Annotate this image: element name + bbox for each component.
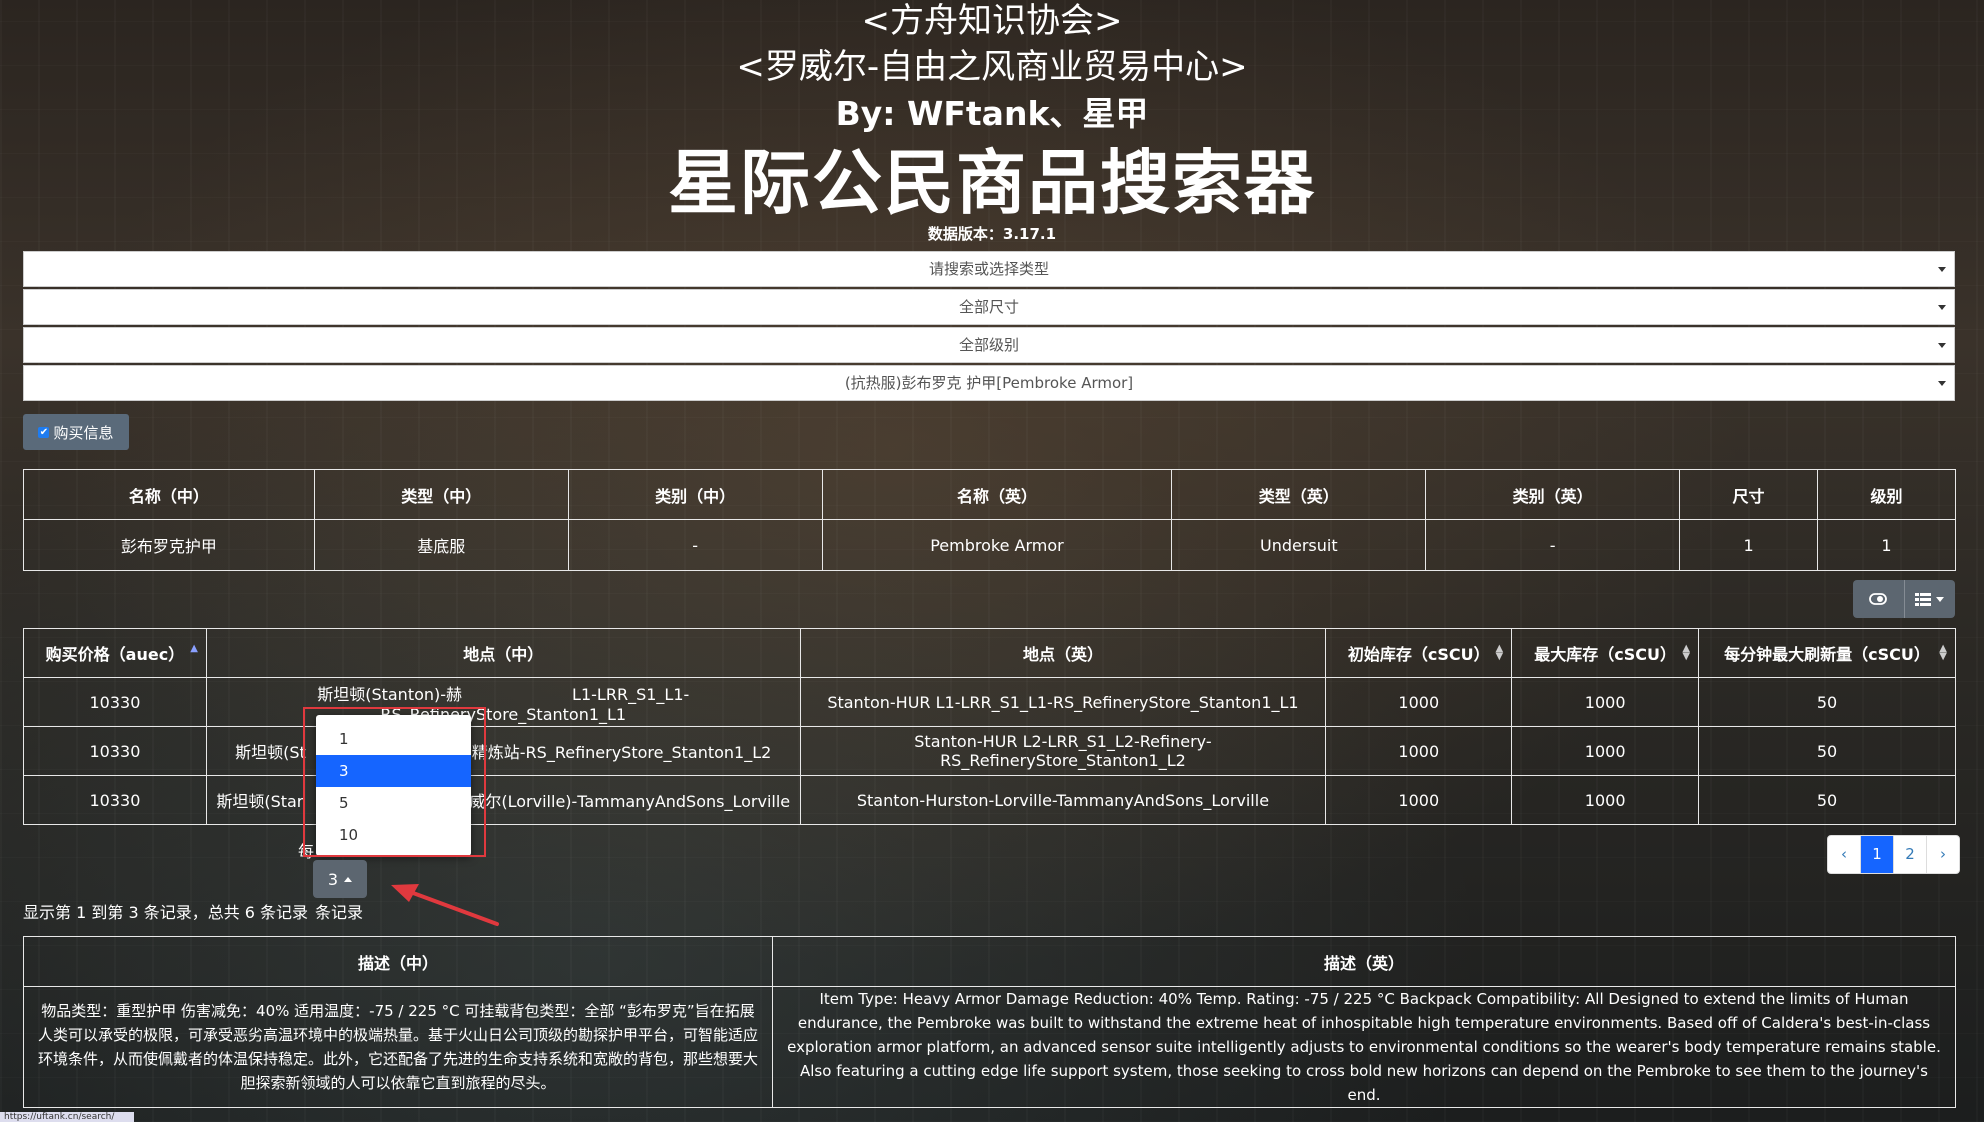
record-summary: 显示第 1 到第 3 条记录，总共 6 条记录 bbox=[23, 903, 309, 922]
col-header-refresh[interactable]: 每分钟最大刷新量（cSCU） ▲ ▼ bbox=[1698, 628, 1956, 678]
status-url: https://uftank.cn/search/ bbox=[0, 1112, 134, 1122]
authors: By: WFtank、星甲 bbox=[835, 94, 1149, 133]
table-cell: 1 bbox=[1817, 519, 1956, 571]
table-header-row: 描述（中） 描述（英） bbox=[23, 936, 1956, 987]
chevron-down-icon bbox=[1938, 381, 1946, 386]
page-button-1[interactable]: 1 bbox=[1860, 836, 1893, 873]
size-select[interactable]: 全部尺寸 bbox=[23, 289, 1955, 325]
highlight-box bbox=[303, 707, 486, 857]
buy-info-label: 购买信息 bbox=[53, 423, 114, 442]
table-cell: 斯坦顿(Star 罗威尔(Lorville)-TammanyAndSons_Lor… bbox=[205, 775, 801, 825]
table-cell: Undersuit bbox=[1171, 519, 1427, 571]
table-cell: 50 bbox=[1698, 726, 1956, 776]
table-header-row: 名称（中） 类型（中） 类别（中） 名称（英） 类型（英） 类别（英） 尺寸 级… bbox=[23, 469, 1956, 520]
page-size-suffix: 条记录 bbox=[315, 903, 364, 922]
table-cell: 1000 bbox=[1325, 726, 1513, 776]
table-cell: 10330 bbox=[23, 677, 207, 727]
col-header: 类型（中） bbox=[313, 469, 569, 520]
table-cell: 1000 bbox=[1511, 775, 1700, 825]
table-cell: 基底服 bbox=[313, 519, 569, 571]
col-header: 级别 bbox=[1817, 469, 1956, 520]
col-header: 类别（中） bbox=[567, 469, 823, 520]
table-cell: 1000 bbox=[1511, 677, 1700, 727]
table-cell: 斯坦顿(Stanton)-赫 L1-LRR_S1_L1-RS_RefinerySt… bbox=[205, 677, 801, 727]
grade-select[interactable]: 全部级别 bbox=[23, 327, 1955, 363]
table-cell: - bbox=[1425, 519, 1681, 571]
col-header-location-en: 地点（英） bbox=[799, 628, 1327, 678]
chevron-down-icon bbox=[1938, 343, 1946, 348]
table-cell: 10330 bbox=[23, 775, 207, 825]
table-row: 物品类型：重型护甲 伤害减免：40% 适用温度：-75 / 225 °C 可挂载… bbox=[23, 986, 1956, 1108]
col-header-price[interactable]: 购买价格（auec） ▲ bbox=[23, 628, 207, 678]
sort-icon: ▲ ▼ bbox=[1495, 643, 1504, 662]
table-cell: 斯坦顿(St 2-精炼站-RS_RefineryStore_Stanton1_L2 bbox=[205, 726, 801, 776]
col-header: 类型（英） bbox=[1171, 469, 1427, 520]
col-header: 尺寸 bbox=[1679, 469, 1818, 520]
page-title: 星际公民商品搜索器 bbox=[668, 142, 1316, 224]
col-header: 类别（英） bbox=[1425, 469, 1681, 520]
col-header-desc-cn: 描述（中） bbox=[23, 936, 773, 987]
page-prev-button[interactable]: ‹ bbox=[1828, 836, 1860, 873]
description-table: 描述（中） 描述（英） 物品类型：重型护甲 伤害减免：40% 适用温度：-75 … bbox=[23, 936, 1956, 1108]
table-cell: 1000 bbox=[1325, 775, 1513, 825]
chevron-down-icon bbox=[1936, 596, 1945, 602]
chevron-down-icon bbox=[1938, 305, 1946, 310]
chevron-down-icon bbox=[1938, 267, 1946, 272]
type-select[interactable]: 请搜索或选择类型 bbox=[23, 251, 1955, 287]
annotation-arrow-icon bbox=[391, 884, 499, 926]
table-cell: Stanton-HUR L2-LRR_S1_L2-Refinery-RS_Ref… bbox=[799, 726, 1327, 776]
toggle-view-button[interactable] bbox=[1853, 580, 1904, 618]
hub-title: <罗威尔-自由之风商业贸易中心> bbox=[736, 47, 1248, 87]
description-cn: 物品类型：重型护甲 伤害减免：40% 适用温度：-75 / 225 °C 可挂载… bbox=[23, 986, 773, 1108]
buy-info-toggle[interactable]: ✔ 购买信息 bbox=[23, 414, 129, 450]
table-cell: 1 bbox=[1679, 519, 1818, 571]
col-header: 名称（中） bbox=[23, 469, 315, 520]
table-cell: - bbox=[567, 519, 823, 571]
col-header-location-cn: 地点（中） bbox=[205, 628, 801, 678]
item-select[interactable]: (抗热服)彭布罗克 护甲[Pembroke Armor] bbox=[23, 365, 1955, 401]
table-cell: Pembroke Armor bbox=[821, 519, 1173, 571]
table-cell: 50 bbox=[1698, 775, 1956, 825]
checkbox-checked-icon[interactable]: ✔ bbox=[38, 426, 50, 438]
page-button-2[interactable]: 2 bbox=[1893, 836, 1926, 873]
table-cell: 1000 bbox=[1511, 726, 1700, 776]
chevron-up-icon bbox=[344, 876, 353, 882]
sort-icon: ▲ ▼ bbox=[1682, 643, 1691, 662]
columns-dropdown-button[interactable] bbox=[1903, 580, 1956, 618]
pagination: ‹ 1 2 › bbox=[1827, 835, 1960, 874]
sort-icon: ▲ ▼ bbox=[1939, 643, 1947, 662]
col-header-max-stock[interactable]: 最大库存（cSCU） ▲ ▼ bbox=[1511, 628, 1700, 678]
columns-icon bbox=[1915, 592, 1932, 606]
table-cell: 1000 bbox=[1325, 677, 1513, 727]
table-header-row: 购买价格（auec） ▲ 地点（中） 地点（英） 初始库存（cSCU） ▲ ▼ 最大库… bbox=[23, 628, 1956, 678]
description-en: Item Type: Heavy Armor Damage Reduction:… bbox=[772, 986, 1956, 1108]
table-cell: 彭布罗克护甲 bbox=[23, 519, 315, 571]
table-cell: 50 bbox=[1698, 677, 1956, 727]
col-header: 名称（英） bbox=[821, 469, 1173, 520]
page-size-button[interactable]: 3 bbox=[313, 860, 367, 898]
data-version: 数据版本：3.17.1 bbox=[927, 225, 1057, 243]
item-info-table: 名称（中） 类型（中） 类别（中） 名称（英） 类型（英） 类别（英） 尺寸 级… bbox=[23, 469, 1956, 571]
org-title: <方舟知识协会> bbox=[861, 1, 1123, 41]
col-header-initial-stock[interactable]: 初始库存（cSCU） ▲ ▼ bbox=[1325, 628, 1513, 678]
toggle-icon bbox=[1869, 593, 1888, 605]
col-header-desc-en: 描述（英） bbox=[772, 936, 1956, 987]
table-row: 彭布罗克护甲 基底服 - Pembroke Armor Undersuit - … bbox=[23, 519, 1956, 571]
table-cell: Stanton-Hurston-Lorville-TammanyAndSons_… bbox=[799, 775, 1327, 825]
table-cell: Stanton-HUR L1-LRR_S1_L1-RS_RefineryStor… bbox=[799, 677, 1327, 727]
sort-asc-icon: ▲ bbox=[190, 643, 198, 654]
page-next-button[interactable]: › bbox=[1926, 836, 1959, 873]
table-toolbar bbox=[1853, 580, 1955, 618]
table-cell: 10330 bbox=[23, 726, 207, 776]
